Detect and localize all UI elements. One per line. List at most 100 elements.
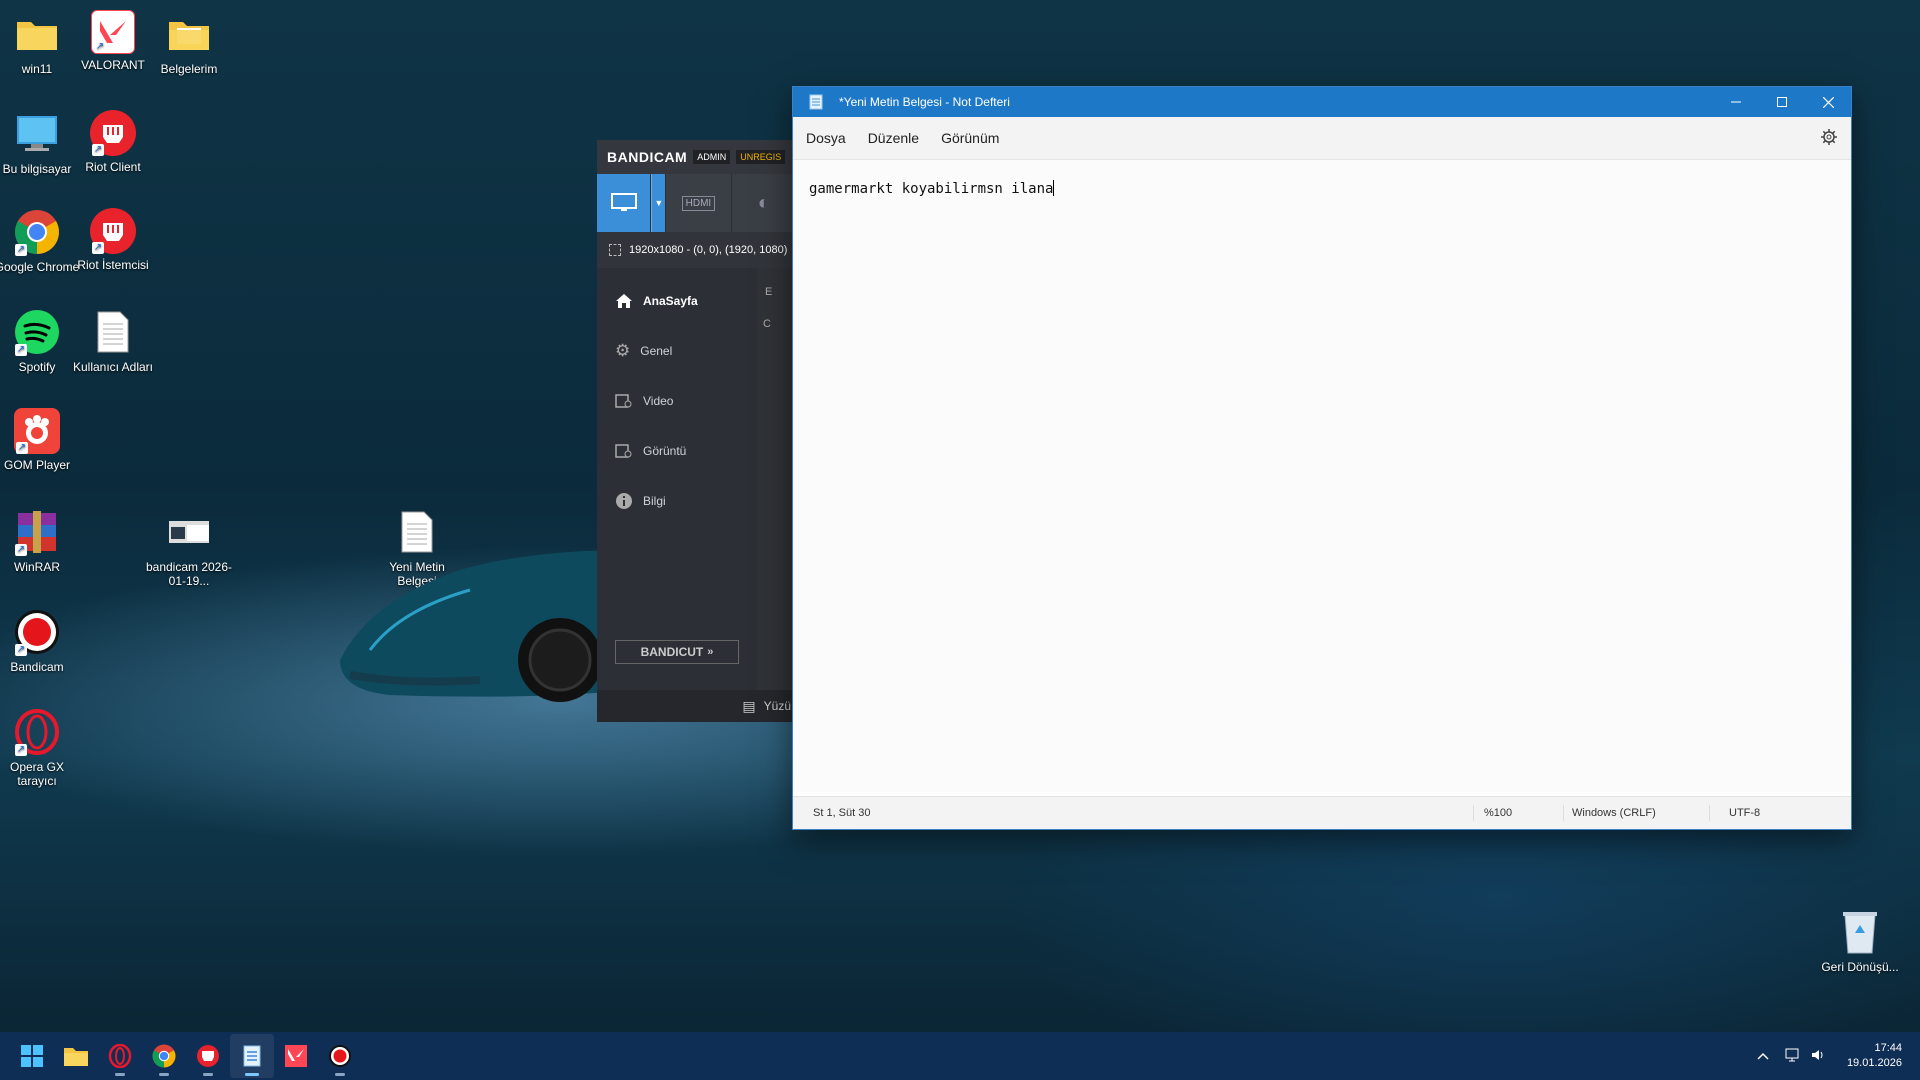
zoom-level[interactable]: %100 bbox=[1484, 807, 1512, 819]
taskbar-bandicam[interactable] bbox=[318, 1034, 362, 1078]
hdmi-icon: HDMI bbox=[681, 195, 716, 211]
desktop-icon-riot-client[interactable]: ↗ Riot Client bbox=[68, 110, 158, 174]
text-caret bbox=[1053, 180, 1055, 196]
line-ending[interactable]: Windows (CRLF) bbox=[1572, 807, 1656, 819]
taskbar-notepad[interactable] bbox=[230, 1034, 274, 1078]
gom-player-icon: ↗ bbox=[14, 408, 60, 454]
shortcut-arrow-icon: ↗ bbox=[15, 544, 27, 556]
taskbar-valorant[interactable] bbox=[274, 1034, 318, 1078]
clock[interactable]: 17:44 19.01.2026 bbox=[1847, 1041, 1902, 1071]
notepad-window[interactable]: *Yeni Metin Belgesi - Not Defteri Dosya … bbox=[792, 86, 1852, 830]
editor-text: gamermarkt koyabilirmsn ilana bbox=[809, 181, 1054, 197]
settings-button[interactable] bbox=[1821, 129, 1837, 148]
documents-folder-icon bbox=[165, 10, 213, 58]
desktop-icon-riot-istemcisi[interactable]: ↗ Riot İstemcisi bbox=[68, 208, 158, 272]
taskbar-riot-client[interactable] bbox=[186, 1034, 230, 1078]
mode-bar: ▼ HDMI ◐ bbox=[597, 174, 797, 232]
show-hidden-icons-button[interactable] bbox=[1757, 1049, 1769, 1063]
area-select-icon bbox=[609, 244, 621, 256]
nav-item-goruntu[interactable]: Görüntü bbox=[597, 426, 757, 476]
nav-label: Genel bbox=[640, 344, 673, 358]
menu-dosya[interactable]: Dosya bbox=[799, 124, 853, 152]
text-editor[interactable]: gamermarkt koyabilirmsn ilana bbox=[793, 159, 1851, 792]
nav-item-anasayfa[interactable]: AnaSayfa bbox=[597, 276, 757, 326]
icon-label: WinRAR bbox=[13, 560, 60, 574]
shortcut-arrow-icon: ↗ bbox=[15, 644, 27, 656]
capture-area-bar[interactable]: 1920x1080 - (0, 0), (1920, 1080) bbox=[597, 232, 797, 268]
video-icon bbox=[615, 394, 632, 408]
volume-icon[interactable] bbox=[1811, 1048, 1825, 1065]
nav-label: AnaSayfa bbox=[643, 294, 698, 308]
maximize-icon bbox=[1777, 97, 1787, 107]
desktop-icon-winrar[interactable]: ↗ WinRAR bbox=[0, 508, 82, 574]
wallpaper-car bbox=[340, 550, 630, 702]
mode-dropdown-button[interactable]: ▼ bbox=[651, 174, 667, 232]
icon-label: GOM Player bbox=[3, 458, 70, 472]
bandicam-window[interactable]: BANDICAM ADMIN UNREGIS ▼ HDMI ◐ 1920x108… bbox=[597, 140, 797, 722]
gamepad-icon: ◐ bbox=[757, 191, 770, 214]
icon-label: bandicam 2026-01-19... bbox=[145, 560, 233, 588]
nav-label: Görüntü bbox=[643, 444, 687, 458]
desktop-icon-recycle-bin[interactable]: Geri Dönüşü... bbox=[1815, 908, 1905, 974]
valorant-icon: ↗ bbox=[91, 10, 135, 54]
screen-mode-button[interactable] bbox=[597, 174, 652, 232]
image-icon bbox=[615, 444, 632, 458]
running-indicator bbox=[203, 1073, 213, 1076]
running-indicator bbox=[335, 1073, 345, 1076]
menu-gorunum[interactable]: Görünüm bbox=[934, 124, 1006, 152]
running-indicator bbox=[159, 1073, 169, 1076]
chat-icon: ▤ bbox=[742, 697, 756, 714]
home-icon bbox=[616, 294, 632, 308]
shortcut-arrow-icon: ↗ bbox=[15, 244, 27, 256]
chevron-down-icon: ▼ bbox=[654, 198, 664, 208]
bandicam-record-icon: ↗ bbox=[13, 608, 61, 656]
taskbar-opera-gx[interactable] bbox=[98, 1034, 142, 1078]
minimize-button[interactable] bbox=[1713, 87, 1759, 117]
admin-badge: ADMIN bbox=[693, 150, 731, 164]
bandicut-button[interactable]: BANDICUT » bbox=[615, 640, 739, 664]
folder-icon bbox=[13, 10, 61, 58]
start-button[interactable] bbox=[10, 1034, 54, 1078]
hdmi-mode-button[interactable]: HDMI bbox=[666, 174, 732, 232]
shortcut-arrow-icon: ↗ bbox=[16, 442, 28, 454]
maximize-button[interactable] bbox=[1759, 87, 1805, 117]
chrome-icon bbox=[152, 1044, 176, 1068]
clock-date: 19.01.2026 bbox=[1846, 1057, 1902, 1069]
bandicam-sidebar: AnaSayfa ⚙ Genel Video Görüntü Bilgi bbox=[597, 268, 757, 526]
menu-duzenle[interactable]: Düzenle bbox=[861, 124, 926, 152]
taskbar-chrome[interactable] bbox=[142, 1034, 186, 1078]
desktop-icon-opera-gx[interactable]: ↗ Opera GX tarayıcı bbox=[0, 708, 82, 788]
network-icon[interactable] bbox=[1785, 1048, 1801, 1065]
taskbar-file-explorer[interactable] bbox=[54, 1034, 98, 1078]
nav-item-bilgi[interactable]: Bilgi bbox=[597, 476, 757, 526]
encoding[interactable]: UTF-8 bbox=[1729, 807, 1760, 819]
chevron-up-icon bbox=[1757, 1052, 1769, 1060]
desktop-icon-bandicam-video[interactable]: bandicam 2026-01-19... bbox=[144, 508, 234, 588]
editor-content[interactable]: gamermarkt koyabilirmsn ilana bbox=[809, 180, 1055, 197]
icon-label: Bandicam bbox=[10, 660, 64, 674]
icon-label: Geri Dönüşü... bbox=[1821, 960, 1899, 974]
bandicam-record-icon bbox=[329, 1045, 351, 1067]
game-mode-button[interactable]: ◐ bbox=[732, 174, 797, 232]
desktop-icon-gom-player[interactable]: ↗ GOM Player bbox=[0, 408, 82, 472]
notepad-titlebar[interactable]: *Yeni Metin Belgesi - Not Defteri bbox=[793, 87, 1851, 117]
video-file-icon bbox=[165, 508, 213, 556]
icon-label: Kullanıcı Adları bbox=[72, 360, 154, 374]
computer-icon bbox=[13, 110, 61, 158]
nav-item-genel[interactable]: ⚙ Genel bbox=[597, 326, 757, 376]
spotify-icon: ↗ bbox=[13, 308, 61, 356]
desktop-icon-kullanici-adlari[interactable]: Kullanıcı Adları bbox=[68, 308, 158, 374]
footer-label[interactable]: Yüzü bbox=[764, 699, 791, 713]
windows-logo-icon bbox=[21, 1045, 43, 1067]
shortcut-arrow-icon: ↗ bbox=[15, 744, 27, 756]
nav-item-video[interactable]: Video bbox=[597, 376, 757, 426]
close-button[interactable] bbox=[1805, 87, 1851, 117]
window-title: *Yeni Metin Belgesi - Not Defteri bbox=[839, 95, 1010, 109]
desktop-icon-bandicam[interactable]: ↗ Bandicam bbox=[0, 608, 82, 674]
running-indicator bbox=[115, 1073, 125, 1076]
unregistered-badge: UNREGIS bbox=[736, 150, 786, 164]
content-label: C bbox=[763, 318, 771, 330]
desktop-icon-belgelerim[interactable]: Belgelerim bbox=[144, 10, 234, 76]
riot-fist-icon: ↗ bbox=[90, 208, 136, 254]
icon-label: Opera GX tarayıcı bbox=[9, 760, 65, 788]
